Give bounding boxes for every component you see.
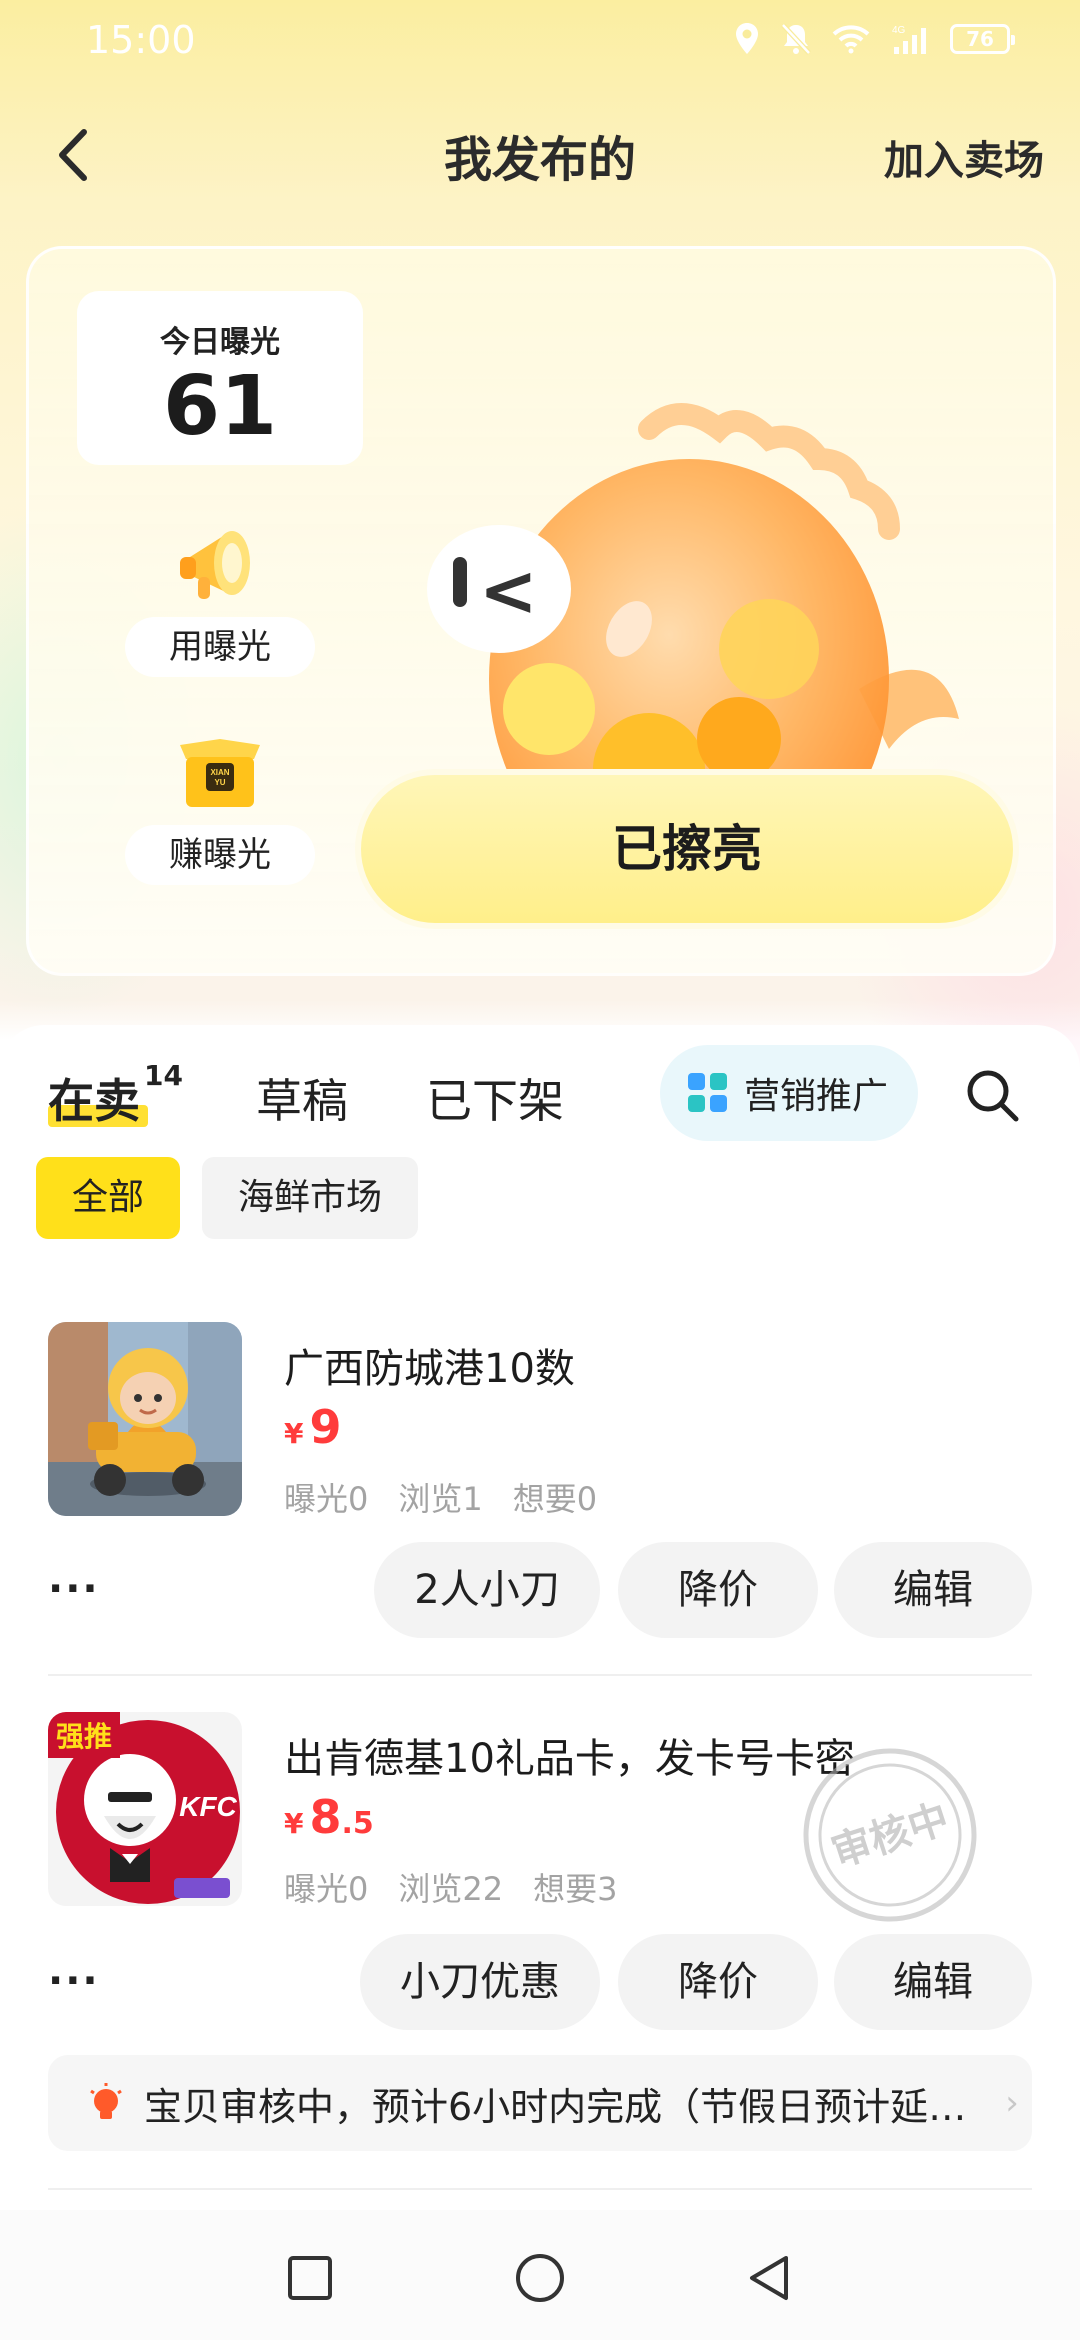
today-exposure-box: 今日曝光 61	[77, 291, 363, 465]
location-icon	[736, 23, 758, 54]
signal-icon: 4G	[892, 25, 926, 54]
marketing-promo-button[interactable]: 营销推广	[660, 1045, 918, 1141]
lightbulb-icon	[90, 2083, 122, 2119]
filter-all[interactable]: 全部	[36, 1157, 181, 1239]
grid-apps-icon	[688, 1073, 728, 1113]
listing-item[interactable]: 广西防城港10数 ¥9 曝光0 浏览1 想要0	[48, 1322, 1032, 1522]
reduce-price-button[interactable]: 降价	[618, 1542, 818, 1638]
section-divider	[48, 2188, 1032, 2190]
system-navigation-bar	[0, 2210, 1080, 2340]
back-triangle-icon[interactable]	[742, 2250, 798, 2306]
chevron-right-icon: ›	[1005, 2083, 1019, 2123]
filter-seafood-market[interactable]: 海鲜市场	[202, 1157, 419, 1239]
item-divider	[48, 1674, 1032, 1676]
battery-indicator: 76	[950, 24, 1015, 54]
bargain-discount-button[interactable]: 小刀优惠	[360, 1934, 600, 2030]
megaphone-icon	[170, 511, 270, 611]
tab-on-sale[interactable]: 在卖 14	[48, 1059, 183, 1131]
hot-push-badge: 强推	[56, 1720, 112, 1753]
more-options-button[interactable]: ···	[48, 1566, 100, 1612]
reduce-price-button[interactable]: 降价	[618, 1934, 818, 2030]
edit-button[interactable]: 编辑	[834, 1934, 1032, 2030]
polish-status-button[interactable]: 已擦亮	[355, 769, 1019, 929]
earn-exposure-label: 赚曝光	[125, 825, 315, 885]
use-exposure-button[interactable]: 用曝光	[125, 511, 315, 677]
under-review-stamp: 审核中	[803, 1748, 977, 1922]
tab-drafts[interactable]: 草稿	[256, 1065, 348, 1131]
item-stats: 曝光0 浏览1 想要0	[284, 1474, 597, 1520]
price-currency: ¥	[284, 1417, 304, 1450]
exposure-card: 今日曝光 61 用曝光 XIAN YU 赚曝光 < 已擦亮	[26, 246, 1056, 976]
earn-exposure-button[interactable]: XIAN YU 赚曝光	[125, 719, 315, 885]
svg-text:<: <	[479, 550, 538, 632]
xianyu-box-icon: XIAN YU	[170, 719, 270, 819]
price-integer: 8	[309, 1790, 342, 1844]
item-actions: ··· 2人小刀 降价 编辑	[48, 1542, 1032, 1638]
price-decimal: .5	[341, 1806, 374, 1841]
wifi-icon	[832, 25, 870, 54]
more-options-button[interactable]: ···	[48, 1958, 100, 2004]
today-exposure-value: 61	[162, 359, 278, 454]
item-price: ¥9	[284, 1400, 342, 1454]
item-thumbnail-kfc[interactable]: KFC 强推	[48, 1712, 242, 1906]
price-currency: ¥	[284, 1807, 304, 1840]
svg-text:XIAN: XIAN	[210, 768, 229, 777]
stat-views: 浏览1	[398, 1480, 483, 1518]
svg-text:YU: YU	[214, 778, 225, 787]
status-bar: 15:00 4G 76	[0, 0, 1080, 84]
home-icon[interactable]	[512, 2250, 568, 2306]
item-title[interactable]: 广西防城港10数	[284, 1336, 575, 1394]
marketing-promo-label: 营销推广	[744, 1076, 889, 1117]
bargain-button[interactable]: 2人小刀	[374, 1542, 600, 1638]
use-exposure-label: 用曝光	[125, 617, 315, 677]
listing-tabs: 在卖 14 草稿 已下架 营销推广	[0, 1025, 1080, 1165]
mute-bell-icon	[781, 23, 811, 55]
kfc-logo-text: KFC	[179, 1791, 237, 1822]
recent-apps-icon[interactable]	[282, 2250, 338, 2306]
search-icon[interactable]	[962, 1065, 1022, 1125]
stat-exposure: 曝光0	[284, 1870, 369, 1908]
stat-wants: 想要0	[512, 1480, 598, 1518]
tab-on-sale-count: 14	[144, 1059, 183, 1092]
price-integer: 9	[309, 1400, 342, 1454]
review-notice-text: 宝贝审核中，预计6小时内完成（节假日预计延长）	[144, 2084, 992, 2129]
svg-text:4G: 4G	[892, 25, 906, 36]
stat-exposure: 曝光0	[284, 1480, 369, 1518]
stat-views: 浏览22	[398, 1870, 504, 1908]
status-time: 15:00	[86, 18, 196, 62]
today-exposure-label: 今日曝光	[160, 325, 280, 360]
category-filters: 全部 海鲜市场	[36, 1157, 419, 1239]
item-price: ¥8.5	[284, 1790, 374, 1844]
item-actions: ··· 小刀优惠 降价 编辑	[48, 1934, 1032, 2030]
tab-on-sale-label: 在卖	[48, 1074, 140, 1128]
item-thumbnail-rider[interactable]	[48, 1322, 242, 1516]
app-root: 15:00 4G 76 我发布的 加入卖场 今日曝光 61 用曝光 XIAN Y…	[0, 0, 1080, 2340]
tab-removed[interactable]: 已下架	[426, 1065, 564, 1131]
stamp-text: 审核中	[826, 1796, 954, 1877]
status-icons: 4G 76	[734, 22, 1015, 56]
item-stats: 曝光0 浏览22 想要3	[284, 1864, 617, 1910]
edit-button[interactable]: 编辑	[834, 1542, 1032, 1638]
stat-wants: 想要3	[533, 1870, 618, 1908]
review-notice-banner[interactable]: 宝贝审核中，预计6小时内完成（节假日预计延长） ›	[48, 2055, 1032, 2151]
item-title[interactable]: 出肯德基10礼品卡，发卡号卡密	[284, 1726, 855, 1784]
join-market-button[interactable]: 加入卖场	[884, 128, 1044, 186]
nav-bar: 我发布的 加入卖场	[0, 100, 1080, 210]
